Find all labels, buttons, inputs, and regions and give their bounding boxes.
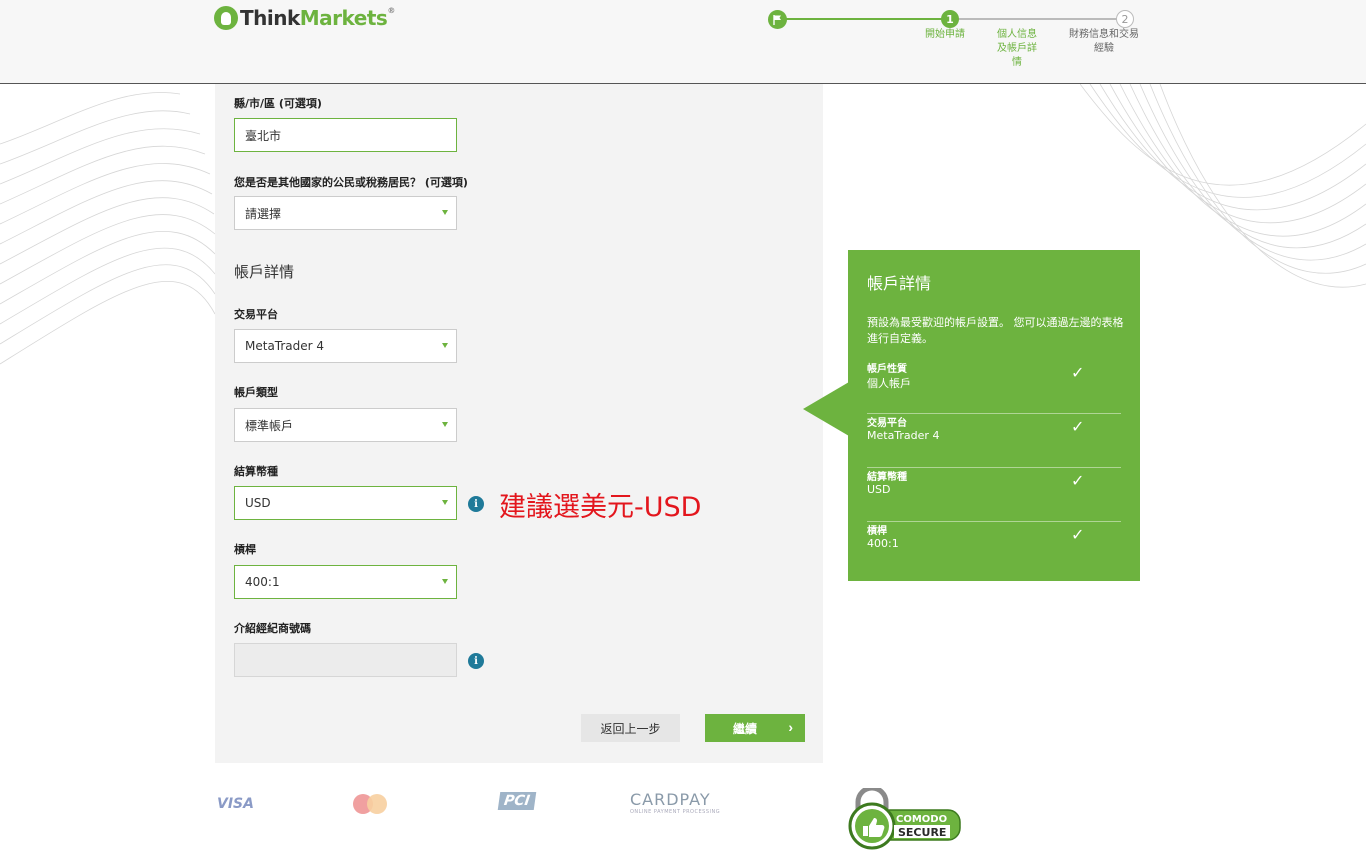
- mastercard-logo: [353, 794, 387, 814]
- chevron-right-icon: ›: [788, 719, 793, 735]
- currency-annotation: 建議選美元-USD: [499, 492, 702, 523]
- introducer-input[interactable]: [234, 643, 457, 677]
- cardpay-wordmark: CARDPAY: [630, 790, 711, 809]
- summary-row-key: 帳戶性質: [867, 364, 907, 375]
- chevron-down-icon: [442, 500, 448, 505]
- step-label-personal-line3: 情: [1012, 57, 1022, 68]
- summary-row-leverage: 槓桿 400:1 ✓: [867, 522, 1121, 576]
- account-type-select[interactable]: 標準帳戶: [234, 408, 457, 442]
- leverage-select[interactable]: 400:1: [234, 565, 457, 599]
- chevron-down-icon: [442, 343, 448, 348]
- summary-pointer: [803, 382, 849, 436]
- step-label-personal-line2: 及帳戶詳: [997, 43, 1037, 54]
- summary-row-key: 結算幣種: [867, 472, 907, 483]
- secure-text: SECURE: [898, 826, 946, 839]
- tax-resident-label: 您是否是其他國家的公民或稅務居民？ (可選項): [234, 176, 468, 189]
- step-label-financial-line1: 財務信息和交易: [1069, 29, 1139, 40]
- currency-label: 結算幣種: [234, 465, 278, 478]
- platform-select[interactable]: MetaTrader 4: [234, 329, 457, 363]
- account-details-heading: 帳戶詳情: [234, 263, 295, 281]
- comodo-text: COMODO: [896, 814, 947, 825]
- account-summary-panel: 帳戶詳情 預設為最受歡迎的帳戶設置。 您可以通過左邊的表格進行自定義。 帳戶性質…: [848, 250, 1140, 581]
- summary-row-currency: 結算幣種 USD ✓: [867, 468, 1121, 522]
- platform-value: MetaTrader 4: [245, 339, 325, 353]
- mastercard-circle-right: [367, 794, 387, 814]
- account-form: 縣/市/區 (可選項) 臺北市 您是否是其他國家的公民或稅務居民？ (可選項) …: [215, 84, 823, 763]
- summary-description: 預設為最受歡迎的帳戶設置。 您可以通過左邊的表格進行自定義。: [867, 316, 1124, 345]
- introducer-label: 介紹經紀商號碼: [234, 622, 311, 635]
- step-label-personal: 個人信息 及帳戶詳 情: [994, 28, 1040, 70]
- check-icon: ✓: [1071, 417, 1085, 436]
- cardpay-logo: CARDPAY ONLINE PAYMENT PROCESSING: [630, 790, 720, 815]
- chevron-down-icon: [442, 579, 448, 584]
- county-label: 縣/市/區 (可選項): [234, 97, 322, 110]
- step-label-financial-line2: 經驗: [1094, 43, 1114, 54]
- summary-row-key: 槓桿: [867, 526, 887, 537]
- county-value: 臺北市: [245, 128, 282, 143]
- currency-info-icon[interactable]: i: [468, 496, 484, 512]
- cardpay-tagline: ONLINE PAYMENT PROCESSING: [630, 809, 721, 815]
- account-type-label: 帳戶類型: [234, 386, 278, 399]
- introducer-info-icon[interactable]: i: [468, 653, 484, 669]
- decorative-waves-left: [0, 92, 215, 365]
- summary-row-value: 個人帳戶: [867, 377, 911, 390]
- currency-value: USD: [245, 496, 271, 510]
- comodo-secure-badge: COMODO SECURE: [848, 788, 961, 850]
- step-2-indicator: 2: [1116, 10, 1134, 28]
- summary-row-value: USD: [867, 483, 891, 496]
- check-icon: ✓: [1071, 363, 1085, 382]
- flag-icon: [768, 10, 787, 29]
- step-line-pending: [950, 18, 1126, 20]
- county-input[interactable]: 臺北市: [234, 118, 457, 152]
- leverage-label: 槓桿: [234, 543, 256, 556]
- account-type-value: 標準帳戶: [245, 418, 294, 433]
- chevron-down-icon: [442, 422, 448, 427]
- leverage-value: 400:1: [245, 575, 280, 589]
- summary-row-key: 交易平台: [867, 418, 907, 429]
- tax-resident-select[interactable]: 請選擇: [234, 196, 457, 230]
- continue-button[interactable]: 繼續 ›: [705, 714, 805, 742]
- summary-row-value: MetaTrader 4: [867, 429, 940, 442]
- check-icon: ✓: [1071, 525, 1085, 544]
- summary-row-value: 400:1: [867, 537, 899, 550]
- currency-select[interactable]: USD: [234, 486, 457, 520]
- step-label-financial: 財務信息和交易 經驗: [1066, 28, 1142, 56]
- chevron-down-icon: [442, 210, 448, 215]
- continue-label: 繼續: [733, 722, 758, 736]
- visa-logo: VISA: [217, 796, 254, 812]
- summary-title: 帳戶詳情: [867, 274, 932, 293]
- progress-stepper: 1 2 開始申請 個人信息 及帳戶詳 情 財務信息和交易 經驗: [0, 0, 1366, 80]
- back-button[interactable]: 返回上一步: [581, 714, 680, 742]
- platform-label: 交易平台: [234, 308, 278, 321]
- step-line-complete: [778, 18, 950, 20]
- pci-logo: PCI: [497, 792, 537, 810]
- tax-resident-value: 請選擇: [245, 206, 282, 221]
- summary-row-platform: 交易平台 MetaTrader 4 ✓: [867, 414, 1121, 468]
- step-label-personal-line1: 個人信息: [997, 29, 1037, 40]
- check-icon: ✓: [1071, 471, 1085, 490]
- summary-row-account-nature: 帳戶性質 個人帳戶 ✓: [867, 360, 1121, 414]
- step-label-start: 開始申請: [925, 29, 965, 40]
- step-1-indicator: 1: [941, 10, 959, 28]
- header: ThinkMarkets® 1 2 開始申請 個人信息 及帳戶詳 情 財務信息和…: [0, 0, 1366, 84]
